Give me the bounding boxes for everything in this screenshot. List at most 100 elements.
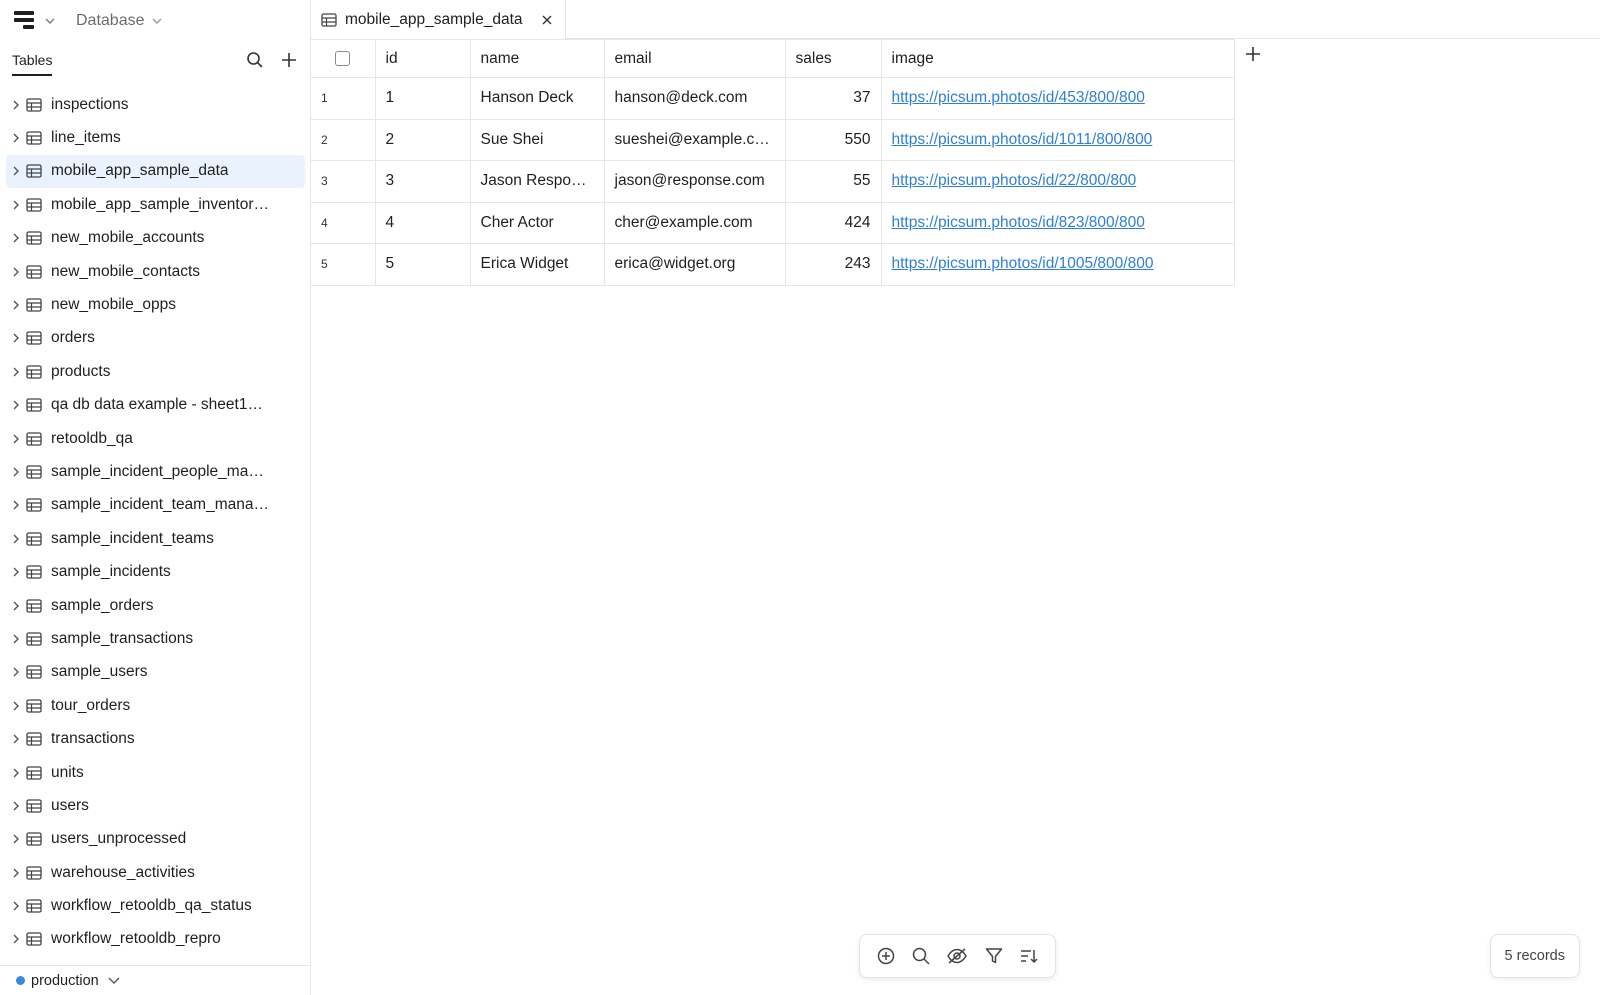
cell-id[interactable]: 1 [374,77,471,120]
cell-image[interactable]: https://picsum.photos/id/1005/800/800 [880,243,1235,286]
chevron-right-icon[interactable] [10,666,22,678]
sidebar-item-transactions[interactable]: transactions [0,722,310,755]
chevron-right-icon[interactable] [10,867,22,879]
sort-icon[interactable] [1019,946,1039,966]
sidebar-item-new-mobile-accounts[interactable]: new_mobile_accounts [0,222,310,255]
cell-id[interactable]: 2 [374,118,471,161]
sidebar-item-inspections[interactable]: inspections [0,88,310,121]
chevron-right-icon[interactable] [10,933,22,945]
chevron-right-icon[interactable] [10,232,22,244]
sidebar-item-sample-incidents[interactable]: sample_incidents [0,555,310,588]
add-row-icon[interactable] [876,946,896,966]
image-link[interactable]: https://picsum.photos/id/22/800/800 [892,172,1137,189]
sidebar-item-retooldb-qa[interactable]: retooldb_qa [0,422,310,455]
table-row[interactable]: 1 1 Hanson Deck hanson@deck.com 37 https://pi… [311,77,1235,120]
cell-image[interactable]: https://picsum.photos/id/22/800/800 [880,160,1235,203]
retool-logo-icon[interactable] [14,11,36,31]
cell-name[interactable]: Jason Respo… [469,160,605,203]
chevron-right-icon[interactable] [10,600,22,612]
cell-sales[interactable]: 550 [784,118,882,161]
chevron-right-icon[interactable] [10,833,22,845]
sidebar-item-units[interactable]: units [0,756,310,789]
chevron-right-icon[interactable] [10,533,22,545]
cell-id[interactable]: 3 [374,160,471,203]
chevron-right-icon[interactable] [10,433,22,445]
chevron-down-icon[interactable] [44,15,56,27]
sidebar-item-line-items[interactable]: line_items [0,121,310,154]
cell-sales[interactable]: 37 [784,77,882,120]
cell-name[interactable]: Hanson Deck [469,77,605,120]
cell-sales[interactable]: 424 [784,201,882,244]
cell-id[interactable]: 5 [374,243,471,286]
chevron-down-icon[interactable] [151,15,163,27]
sidebar-item-sample-orders[interactable]: sample_orders [0,589,310,622]
chevron-right-icon[interactable] [10,800,22,812]
app-switcher-label[interactable]: Database [76,12,145,30]
select-all-checkbox[interactable] [335,50,351,66]
add-column-icon[interactable] [1244,45,1262,68]
image-link[interactable]: https://picsum.photos/id/1011/800/800 [892,131,1153,148]
sidebar-item-workflow-retooldb-repro[interactable]: workflow_retooldb_repro [0,923,310,956]
chevron-right-icon[interactable] [10,332,22,344]
chevron-right-icon[interactable] [10,633,22,645]
column-header-name[interactable]: name [469,39,605,78]
chevron-right-icon[interactable] [10,266,22,278]
close-icon[interactable] [541,14,553,26]
cell-email[interactable]: cher@example.com [603,201,786,244]
chevron-right-icon[interactable] [10,767,22,779]
chevron-right-icon[interactable] [10,99,22,111]
sidebar-item-mobile-app-sample-data[interactable]: mobile_app_sample_data [6,154,305,189]
chevron-right-icon[interactable] [10,165,22,177]
table-row[interactable]: 5 5 Erica Widget erica@widget.org 243 https:/… [311,243,1235,286]
cell-image[interactable]: https://picsum.photos/id/823/800/800 [880,201,1235,244]
add-table-icon[interactable] [280,51,298,69]
chevron-right-icon[interactable] [10,566,22,578]
chevron-right-icon[interactable] [10,700,22,712]
chevron-down-icon[interactable] [107,976,121,986]
sidebar-item-mobile-app-sample-inventor[interactable]: mobile_app_sample_inventor… [0,188,310,221]
filter-icon[interactable] [984,946,1004,966]
sidebar-item-sample-incident-people-ma[interactable]: sample_incident_people_ma… [0,455,310,488]
table-row[interactable]: 2 2 Sue Shei sueshei@example.c… 550 https://p… [311,118,1235,161]
column-header-id[interactable]: id [374,39,471,78]
sidebar-item-warehouse-activities[interactable]: warehouse_activities [0,856,310,889]
cell-sales[interactable]: 243 [784,243,882,286]
sidebar-item-new-mobile-opps[interactable]: new_mobile_opps [0,288,310,321]
image-link[interactable]: https://picsum.photos/id/453/800/800 [892,89,1145,106]
cell-name[interactable]: Sue Shei [469,118,605,161]
image-link[interactable]: https://picsum.photos/id/823/800/800 [892,214,1145,231]
column-header-sales[interactable]: sales [784,39,882,78]
chevron-right-icon[interactable] [10,399,22,411]
cell-name[interactable]: Erica Widget [469,243,605,286]
search-icon[interactable] [911,946,931,966]
column-header-image[interactable]: image [880,39,1235,78]
chevron-right-icon[interactable] [10,733,22,745]
sidebar-item-tour-orders[interactable]: tour_orders [0,689,310,722]
sidebar-item-products[interactable]: products [0,355,310,388]
sidebar-item-users-unprocessed[interactable]: users_unprocessed [0,823,310,856]
sidebar-item-users[interactable]: users [0,789,310,822]
chevron-right-icon[interactable] [10,900,22,912]
table-row[interactable]: 4 4 Cher Actor cher@example.com 424 https://p… [311,201,1235,244]
sidebar-item-sample-incident-team-mana[interactable]: sample_incident_team_mana… [0,489,310,522]
sidebar-item-sample-transactions[interactable]: sample_transactions [0,622,310,655]
chevron-right-icon[interactable] [10,366,22,378]
sidebar-item-qa-db-data-example-sheet1[interactable]: qa db data example - sheet1… [0,389,310,422]
search-icon[interactable] [246,51,264,69]
sidebar-item-workflow-retooldb-qa-status[interactable]: workflow_retooldb_qa_status [0,889,310,922]
chevron-right-icon[interactable] [10,499,22,511]
cell-image[interactable]: https://picsum.photos/id/1011/800/800 [880,118,1235,161]
sidebar-item-orders[interactable]: orders [0,322,310,355]
column-header-email[interactable]: email [603,39,786,78]
chevron-right-icon[interactable] [10,199,22,211]
cell-email[interactable]: sueshei@example.c… [603,118,786,161]
table-row[interactable]: 3 3 Jason Respo… jason@response.com 55 https:… [311,160,1235,203]
environment-selector[interactable]: production [0,965,310,995]
sidebar-item-new-mobile-contacts[interactable]: new_mobile_contacts [0,255,310,288]
cell-name[interactable]: Cher Actor [469,201,605,244]
sidebar-item-sample-users[interactable]: sample_users [0,656,310,689]
sidebar-item-sample-incident-teams[interactable]: sample_incident_teams [0,522,310,555]
image-link[interactable]: https://picsum.photos/id/1005/800/800 [892,255,1154,272]
cell-email[interactable]: jason@response.com [603,160,786,203]
cell-email[interactable]: erica@widget.org [603,243,786,286]
